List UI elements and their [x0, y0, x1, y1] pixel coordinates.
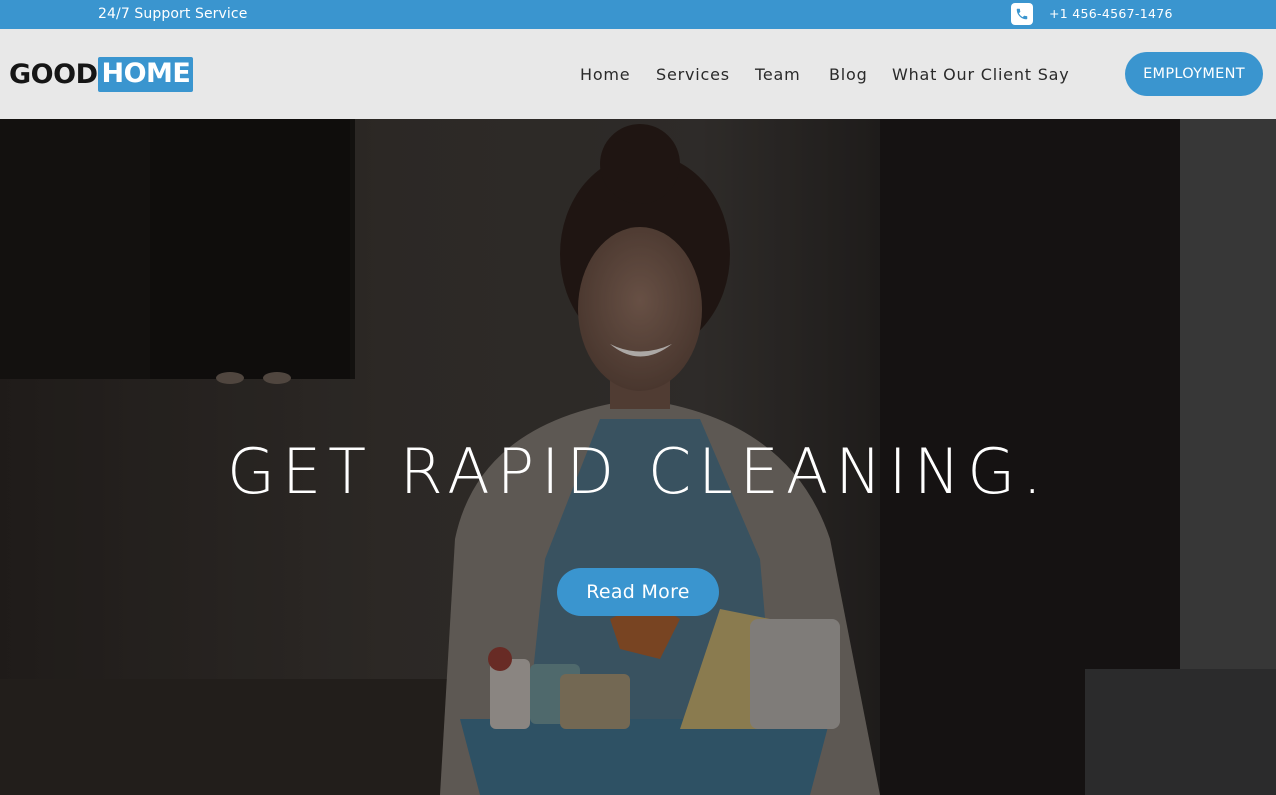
nav-team[interactable]: Team: [755, 65, 801, 84]
read-more-button[interactable]: Read More: [557, 568, 719, 616]
site-header: GOOD HOME Home Services Team Blog What O…: [0, 29, 1276, 119]
phone-icon: [1011, 3, 1033, 25]
phone-number[interactable]: +1 456-4567-1476: [1049, 6, 1173, 21]
nav-services[interactable]: Services: [656, 65, 730, 84]
support-text: 24/7 Support Service: [98, 6, 248, 22]
nav-testimonials[interactable]: What Our Client Say: [892, 65, 1070, 84]
hero-title: GET RAPID CLEANING.: [226, 435, 1050, 508]
employment-button[interactable]: EMPLOYMENT: [1125, 52, 1263, 96]
logo-text-home: HOME: [98, 56, 194, 92]
top-bar: 24/7 Support Service +1 456-4567-1476: [0, 0, 1276, 29]
site-logo[interactable]: GOOD HOME: [9, 54, 194, 94]
nav-home[interactable]: Home: [580, 65, 630, 84]
logo-text-good: GOOD: [9, 58, 98, 90]
hero-section: GET RAPID CLEANING. Read More: [0, 119, 1276, 795]
nav-blog[interactable]: Blog: [829, 65, 868, 84]
